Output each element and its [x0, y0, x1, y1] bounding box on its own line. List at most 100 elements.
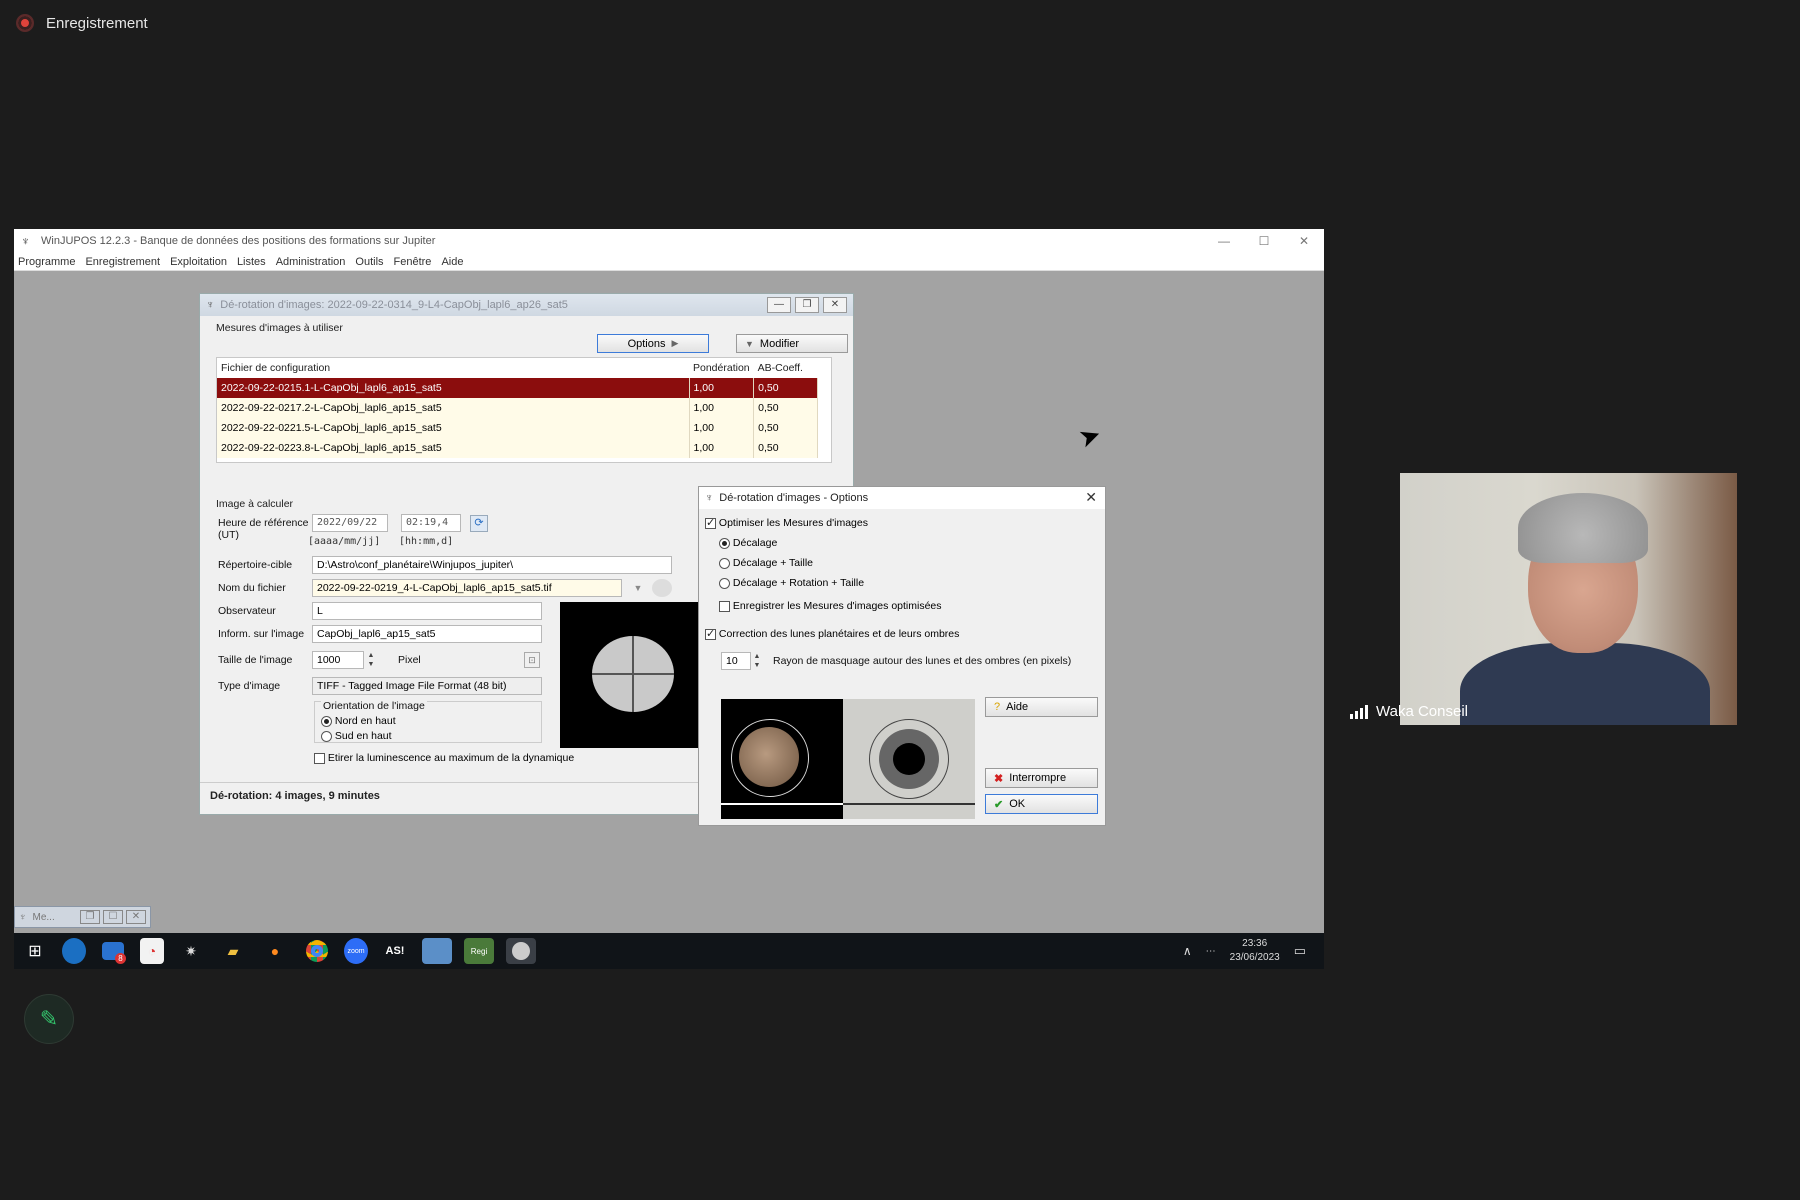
firefox-icon[interactable]: ● [260, 938, 290, 964]
menu-fenetre[interactable]: Fenêtre [394, 256, 432, 268]
menu-exploitation[interactable]: Exploitation [170, 256, 227, 268]
asi-studio-icon[interactable]: AS! [380, 938, 410, 964]
gear-icon[interactable]: ✷ [176, 938, 206, 964]
lock-icon[interactable]: ⊡ [524, 652, 540, 668]
minimize-icon[interactable]: — [1204, 229, 1244, 253]
stretch-checkbox-icon [314, 752, 325, 764]
close-icon[interactable]: ✕ [1284, 229, 1324, 253]
close-icon[interactable]: ✕ [1085, 489, 1097, 506]
clock-date[interactable]: 23/06/2023 [1230, 951, 1280, 965]
close-icon[interactable]: ✕ [126, 910, 146, 924]
speedometer-icon[interactable]: ◔ [140, 938, 164, 964]
edge-icon[interactable] [62, 938, 86, 964]
signal-icon [1350, 704, 1368, 719]
modify-button[interactable]: ▼ Modifier [736, 334, 848, 353]
options-dialog: ♆ Dé-rotation d'images - Options ✕ Optim… [698, 486, 1106, 826]
menu-listes[interactable]: Listes [237, 256, 266, 268]
ok-button-label: OK [1009, 798, 1026, 810]
save-optimized-checkbox[interactable]: Enregistrer les Mesures d'images optimis… [719, 600, 942, 612]
moon-correction-checkbox[interactable]: Correction des lunes planétaires et de l… [705, 627, 959, 640]
ref-time-input[interactable]: 02:19,4 [401, 514, 461, 532]
chevron-down-icon: ▼ [745, 338, 754, 349]
restore-icon[interactable]: ❐ [80, 910, 100, 924]
status-text: Dé-rotation: 4 images, 9 minutes [210, 790, 380, 802]
table-row[interactable]: 2022-09-22-0215.1-L-CapObj_lapl6_ap15_sa… [217, 378, 819, 398]
image-info-input[interactable]: CapObj_lapl6_ap15_sat5 [312, 625, 542, 643]
abort-button[interactable]: ✖ Interrompre [985, 768, 1098, 788]
recording-label: Enregistrement [46, 14, 148, 32]
app-title-bar: ♆ WinJUPOS 12.2.3 - Banque de données de… [14, 229, 1324, 253]
menu-enregistrement[interactable]: Enregistrement [85, 256, 160, 268]
zoom-icon[interactable]: zoom [344, 938, 368, 964]
menu-programme[interactable]: Programme [18, 256, 75, 268]
folder-icon[interactable]: ▰ [218, 938, 248, 964]
optimize-checkbox[interactable]: Optimiser les Mesures d'images [705, 516, 868, 529]
menu-administration[interactable]: Administration [276, 256, 346, 268]
window-logo-icon: ♆ [206, 299, 215, 311]
options-dialog-title: Dé-rotation d'images - Options [719, 492, 869, 504]
person-hair [1518, 493, 1648, 563]
derotation-title: Dé-rotation d'images: 2022-09-22-0314_9-… [220, 299, 568, 311]
table-row[interactable]: 2022-09-22-0223.8-L-CapObj_lapl6_ap15_sa… [217, 438, 819, 458]
shared-screen: ♆ WinJUPOS 12.2.3 - Banque de données de… [14, 229, 1324, 969]
menu-outils[interactable]: Outils [355, 256, 383, 268]
mail-icon[interactable]: 8 [98, 938, 128, 964]
stretch-checkbox[interactable]: Etirer la luminescence au maximum de la … [314, 752, 574, 764]
network-icon[interactable]: ⋯ [1206, 946, 1216, 957]
filename-input[interactable]: 2022-09-22-0219_4-L-CapObj_lapl6_ap15_sa… [312, 579, 622, 597]
derotation-title-bar: ♆ Dé-rotation d'images: 2022-09-22-0314_… [200, 294, 853, 316]
record-dot-icon [16, 14, 34, 32]
time-format-hint: [hh:mm,d] [399, 536, 454, 547]
maximize-icon[interactable]: ☐ [1244, 229, 1284, 253]
filename-dropdown-icon[interactable]: ▼ [628, 579, 648, 597]
registax-icon[interactable]: Regi [464, 938, 494, 964]
windows-start-icon[interactable]: ⊞ [20, 938, 50, 964]
image-size-input[interactable]: 1000 [312, 651, 364, 669]
north-up-radio[interactable]: Nord en haut [321, 715, 396, 727]
observer-input[interactable]: L [312, 602, 542, 620]
refresh-icon[interactable]: ⟳ [470, 515, 488, 532]
col-ab-coeff[interactable]: AB-Coeff. [753, 358, 818, 378]
save-optimized-checkbox-icon [719, 600, 730, 612]
check-icon: ✔ [994, 798, 1004, 811]
radius-stepper-icon[interactable]: ▲ ▼ [751, 652, 763, 670]
child-minimize-icon[interactable]: — [767, 297, 791, 313]
table-row[interactable]: 2022-09-22-0217.2-L-CapObj_lapl6_ap15_sa… [217, 398, 819, 418]
ok-button[interactable]: ✔ OK [985, 794, 1098, 814]
south-up-radio[interactable]: Sud en haut [321, 730, 392, 742]
offset-size-radio[interactable]: Décalage + Taille [719, 557, 813, 569]
image-type-select[interactable]: TIFF - Tagged Image File Format (48 bit) [312, 677, 542, 695]
col-weight[interactable]: Pondération [689, 358, 754, 378]
size-stepper-icon[interactable]: ▲ ▼ [365, 651, 377, 669]
offset-rotation-size-radio[interactable]: Décalage + Rotation + Taille [719, 577, 864, 589]
mask-radius-input[interactable]: 10 [721, 652, 751, 670]
filename-action-icon[interactable] [652, 579, 672, 597]
moon-correction-checkbox-icon [705, 627, 716, 640]
pencil-icon[interactable]: ✎ [24, 994, 74, 1044]
chevron-up-icon[interactable]: ∧ [1183, 944, 1192, 958]
winjupos-taskbar-icon[interactable] [506, 938, 536, 964]
offset-radio[interactable]: Décalage [719, 537, 777, 549]
child-restore-icon[interactable]: ❐ [795, 297, 819, 313]
options-button[interactable]: Options ▶ [597, 334, 709, 353]
table-row[interactable]: 2022-09-22-0221.5-L-CapObj_lapl6_ap15_sa… [217, 418, 819, 438]
ref-date-input[interactable]: 2022/09/22 [312, 514, 388, 532]
cell-weight: 1,00 [689, 418, 755, 438]
date-format-hint: [aaaa/mm/jj] [308, 536, 381, 547]
chrome-icon[interactable] [302, 938, 332, 964]
participant-name: Waka Conseil [1376, 703, 1468, 720]
scale-line [721, 803, 843, 805]
minimized-logo-icon: ♆ [19, 911, 27, 923]
clock-time[interactable]: 23:36 [1230, 937, 1280, 951]
child-close-icon[interactable]: ✕ [823, 297, 847, 313]
minimized-window[interactable]: ♆ Me... ❐ ☐ ✕ [14, 906, 151, 928]
maximize-icon[interactable]: ☐ [103, 910, 123, 924]
col-config-file[interactable]: Fichier de configuration [217, 358, 689, 378]
image-viewer-icon[interactable] [422, 938, 452, 964]
orientation-group: Orientation de l'image Nord en haut Sud … [314, 700, 542, 743]
menu-aide[interactable]: Aide [441, 256, 463, 268]
target-dir-input[interactable]: D:\Astro\conf_planétaire\Winjupos_jupite… [312, 556, 672, 574]
shadow-scale-line [843, 803, 975, 805]
help-button[interactable]: ? Aide [985, 697, 1098, 717]
notification-icon[interactable]: ▭ [1294, 943, 1306, 959]
